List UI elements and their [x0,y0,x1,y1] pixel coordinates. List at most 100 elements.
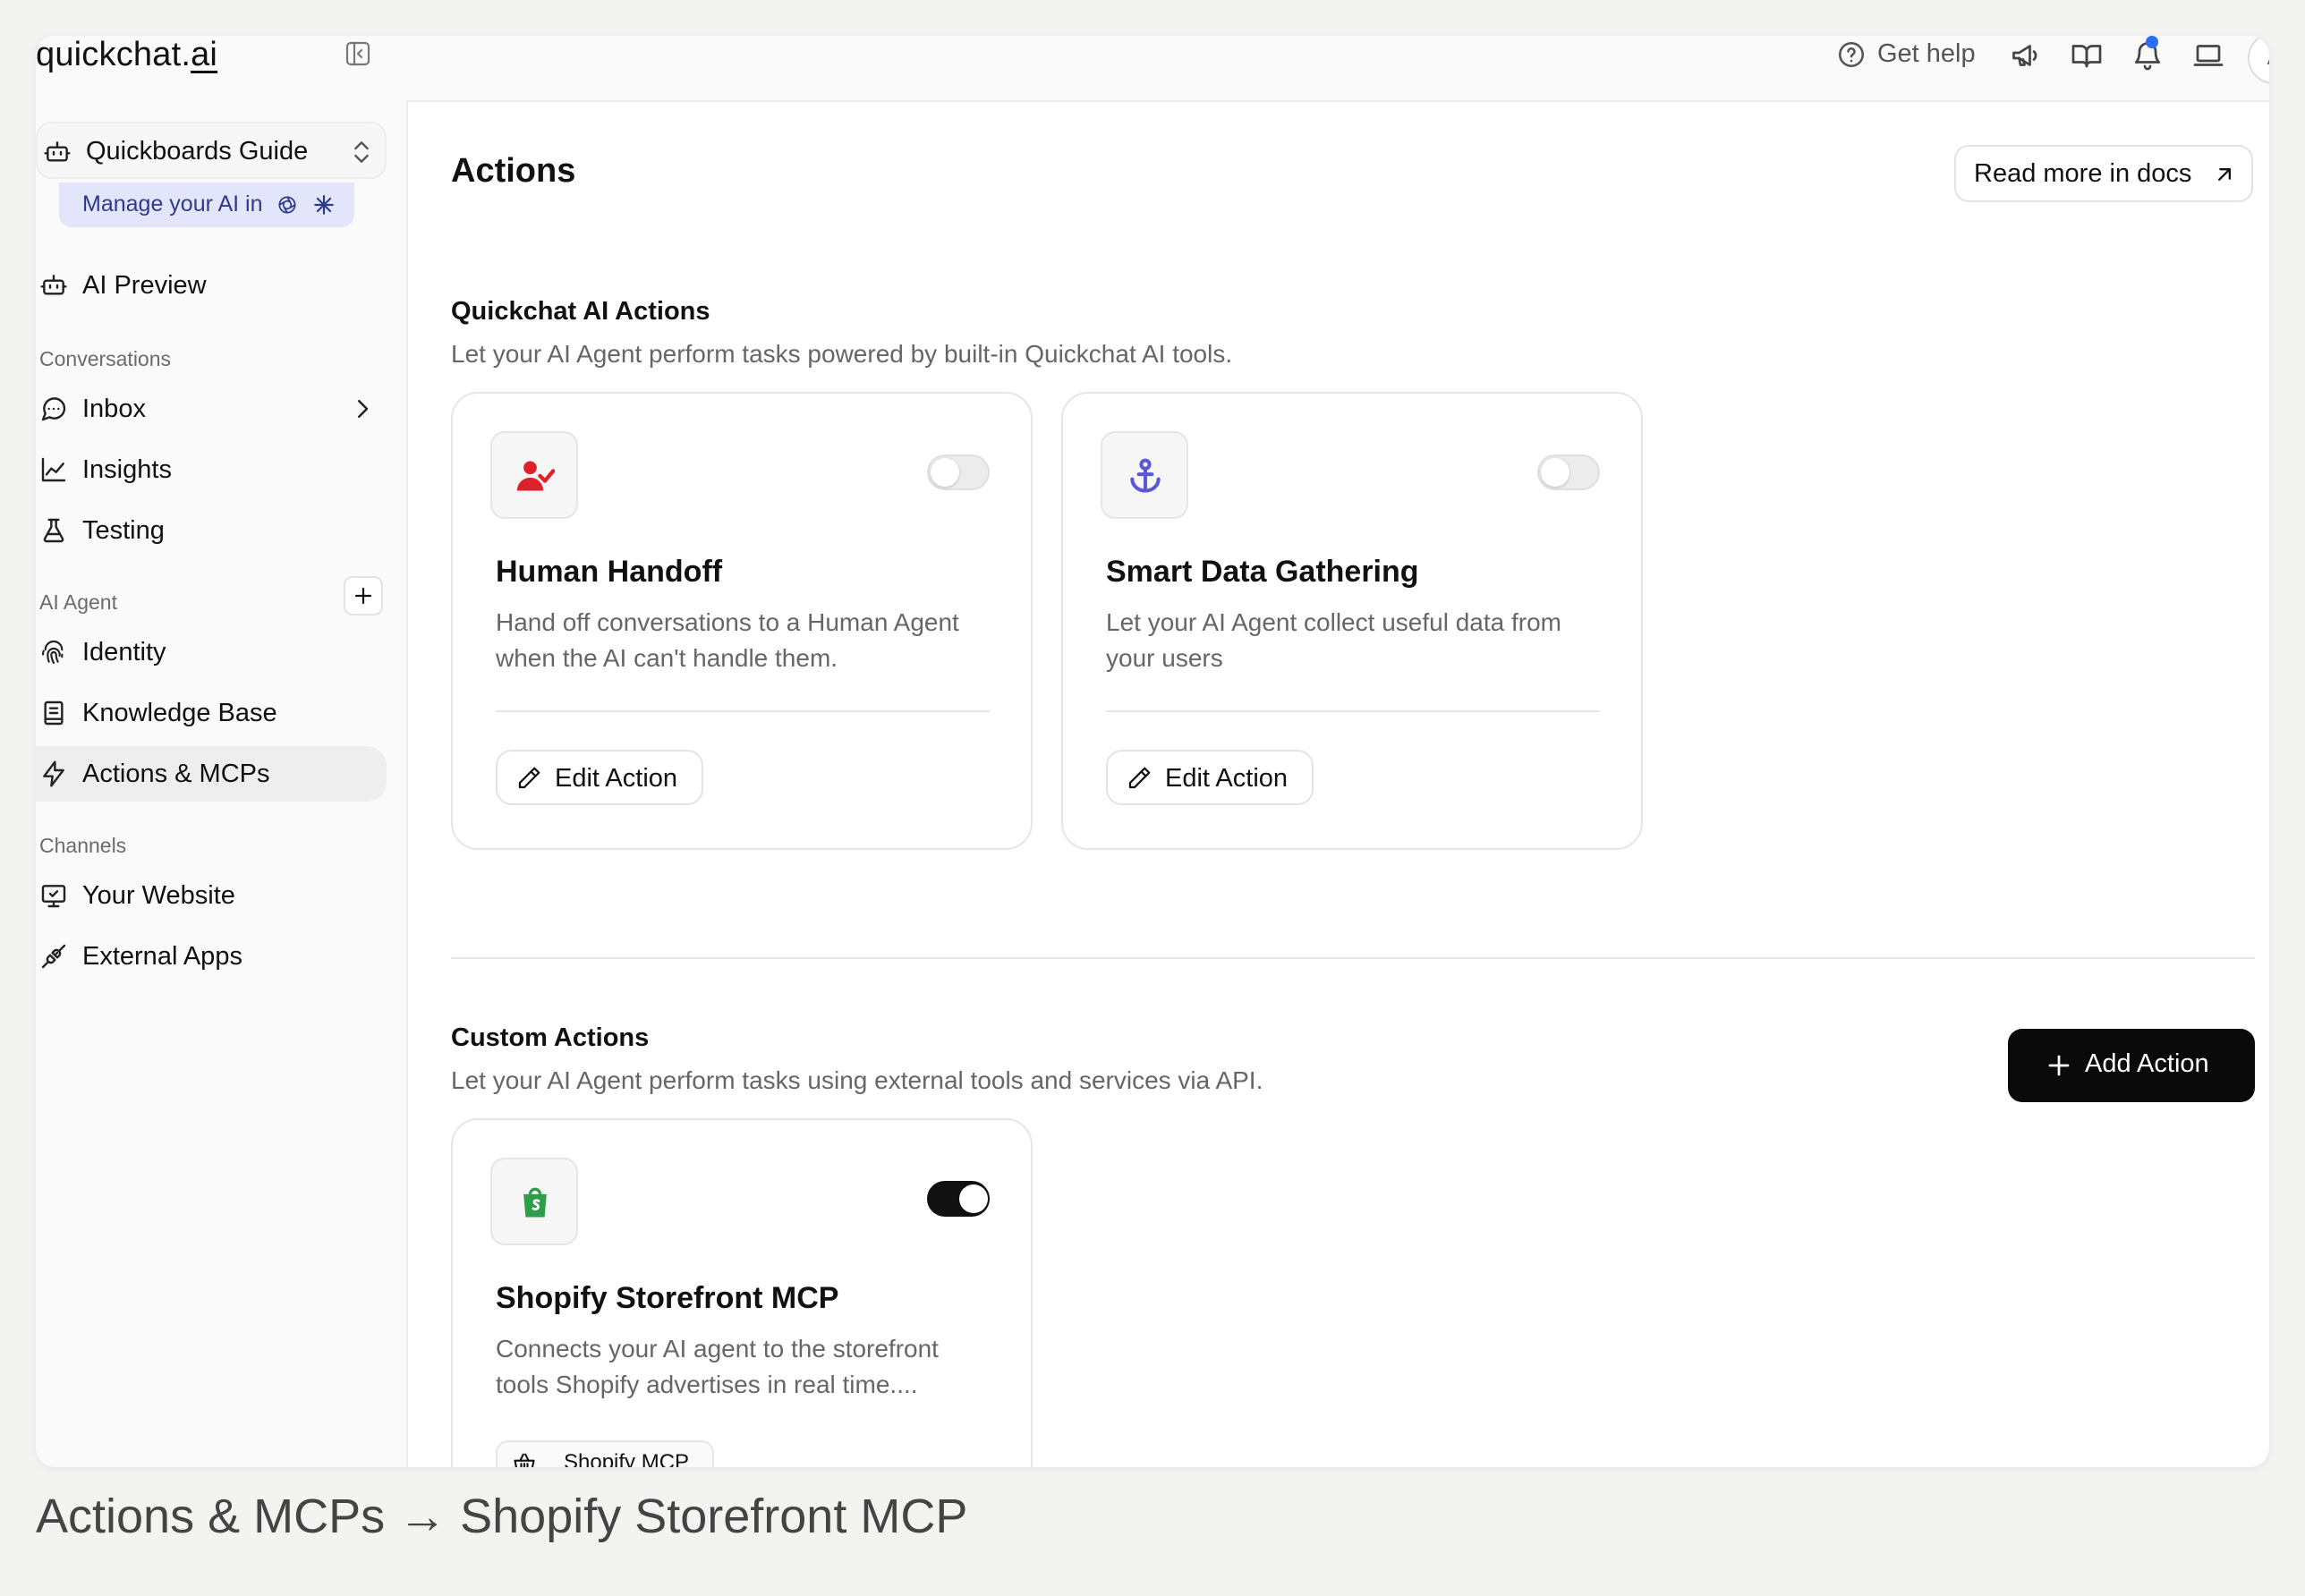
sidebar-item-label: AI Preview [82,271,207,300]
bot-icon [44,141,71,162]
avatar[interactable]: A [2248,36,2269,84]
laptop-icon[interactable] [2192,39,2224,72]
logo[interactable]: quickchat.ai [36,36,217,74]
section-label-ai-agent: AI Agent [39,590,117,614]
sidebar-item-knowledge-base[interactable]: Knowledge Base [36,685,387,741]
book-open-icon[interactable] [2071,39,2103,72]
action-card-description: Hand off conversations to a Human Agent … [496,608,959,672]
line-chart-icon [41,457,66,482]
sidebar-item-label: Actions & MCPs [82,760,270,788]
shopify-bag-icon [523,1187,547,1218]
action-card-title: Shopify Storefront MCP [496,1281,839,1315]
help-circle-icon [1838,41,1865,68]
claude-icon [314,195,335,216]
chevrons-up-down-icon [354,141,369,163]
action-card-title: Smart Data Gathering [1106,555,1419,589]
chevron-right-icon [358,400,369,418]
arrow-up-right-icon [2218,168,2231,181]
top-bar: Get help A [406,36,2269,102]
toggle-knob [959,1184,988,1213]
edit-action-button[interactable]: Edit Action [496,750,703,805]
sidebar-item-actions-mcps[interactable]: Actions & MCPs [36,746,387,802]
bot-icon [40,275,67,295]
plug-icon [41,944,66,969]
workspace-name: Quickboards Guide [86,137,309,166]
action-card-description: Let your AI Agent collect useful data fr… [1106,608,1561,672]
logo-text: quickchat. [36,36,191,73]
sidebar: quickchat.ai Quickboards Guide Manage yo… [36,36,408,1467]
read-docs-label: Read more in docs [1974,159,2192,188]
megaphone-icon[interactable] [2010,39,2042,72]
sidebar-item-external-apps[interactable]: External Apps [36,929,387,984]
sidebar-item-testing[interactable]: Testing [36,503,387,558]
openai-icon [278,196,297,214]
custom-actions-title: Custom Actions [451,1023,650,1052]
manage-ai-text: Manage your AI in [82,191,263,216]
message-circle-icon [41,397,66,421]
sidebar-item-label: Inbox [82,395,146,423]
plus-icon [354,587,372,605]
edit-action-label: Edit Action [1165,764,1289,793]
flask-icon [43,518,64,543]
edit-action-label: Edit Action [555,764,678,793]
mcp-tag: Shopify MCP [496,1440,714,1467]
custom-actions-description: Let your AI Agent perform tasks using ex… [451,1066,1263,1094]
fingerprint-icon [41,640,64,665]
shopify-mcp-toggle[interactable] [927,1181,990,1217]
sidebar-item-insights[interactable]: Insights [36,442,387,497]
read-docs-button[interactable]: Read more in docs [1954,145,2253,202]
action-card-title: Human Handoff [496,555,723,589]
sidebar-item-your-website[interactable]: Your Website [36,868,387,923]
basket-icon [514,1453,535,1467]
builtin-actions-description: Let your AI Agent perform tasks powered … [451,340,1233,368]
action-card-description: Connects your AI agent to the storefront… [496,1335,939,1398]
add-action-button[interactable]: Add Action [2008,1029,2255,1102]
pencil-icon [518,767,540,789]
app-window: quickchat.ai Quickboards Guide Manage yo… [36,36,2269,1467]
sidebar-item-inbox[interactable]: Inbox [36,381,387,437]
logo-ai-text: ai [191,36,218,73]
user-check-icon [516,461,555,491]
sidebar-item-label: Testing [82,516,165,545]
card-divider [496,710,990,712]
anchor-icon [1130,458,1161,493]
action-icon-box [490,1158,578,1245]
action-card-human-handoff: Human Handoff Hand off conversations to … [451,392,1033,850]
sidebar-item-label: Identity [82,638,166,666]
section-label-channels: Channels [39,834,127,857]
action-icon-box [1101,431,1188,519]
book-icon [44,700,64,726]
sidebar-item-ai-preview[interactable]: AI Preview [36,258,387,313]
mcp-tag-label: Shopify MCP [564,1450,690,1467]
sidebar-item-identity[interactable]: Identity [36,624,387,680]
action-card-shopify-storefront-mcp: Shopify Storefront MCP Connects your AI … [451,1118,1033,1467]
main-content: Actions Read more in docs Quickchat AI A… [406,100,2269,1467]
zap-icon [43,760,64,787]
sidebar-item-label: Knowledge Base [82,699,277,727]
get-help-label: Get help [1877,39,1976,68]
notification-dot [2146,36,2158,48]
monitor-check-icon [41,885,66,908]
sidebar-item-label: Your Website [82,881,235,910]
add-agent-button[interactable] [344,576,383,615]
smart-data-toggle[interactable] [1537,454,1600,490]
manage-ai-pill[interactable]: Manage your AI in [59,183,354,227]
builtin-actions-title: Quickchat AI Actions [451,297,710,326]
sidebar-item-label: External Apps [82,942,242,971]
section-label-conversations: Conversations [39,347,172,370]
page-title: Actions [451,152,576,190]
card-divider [1106,710,1600,712]
sidebar-collapse-icon[interactable] [344,39,372,68]
toggle-knob [931,458,959,487]
toggle-knob [1541,458,1569,487]
sidebar-item-label: Insights [82,455,172,484]
action-icon-box [490,431,578,519]
edit-action-button[interactable]: Edit Action [1106,750,1314,805]
plus-icon [2048,1055,2070,1076]
workspace-selector[interactable]: Quickboards Guide [36,122,387,179]
screenshot-caption: Actions & MCPs → Shopify Storefront MCP [36,1490,968,1543]
pencil-icon [1128,767,1151,789]
action-card-smart-data-gathering: Smart Data Gathering Let your AI Agent c… [1061,392,1643,850]
section-divider [451,957,2255,959]
human-handoff-toggle[interactable] [927,454,990,490]
